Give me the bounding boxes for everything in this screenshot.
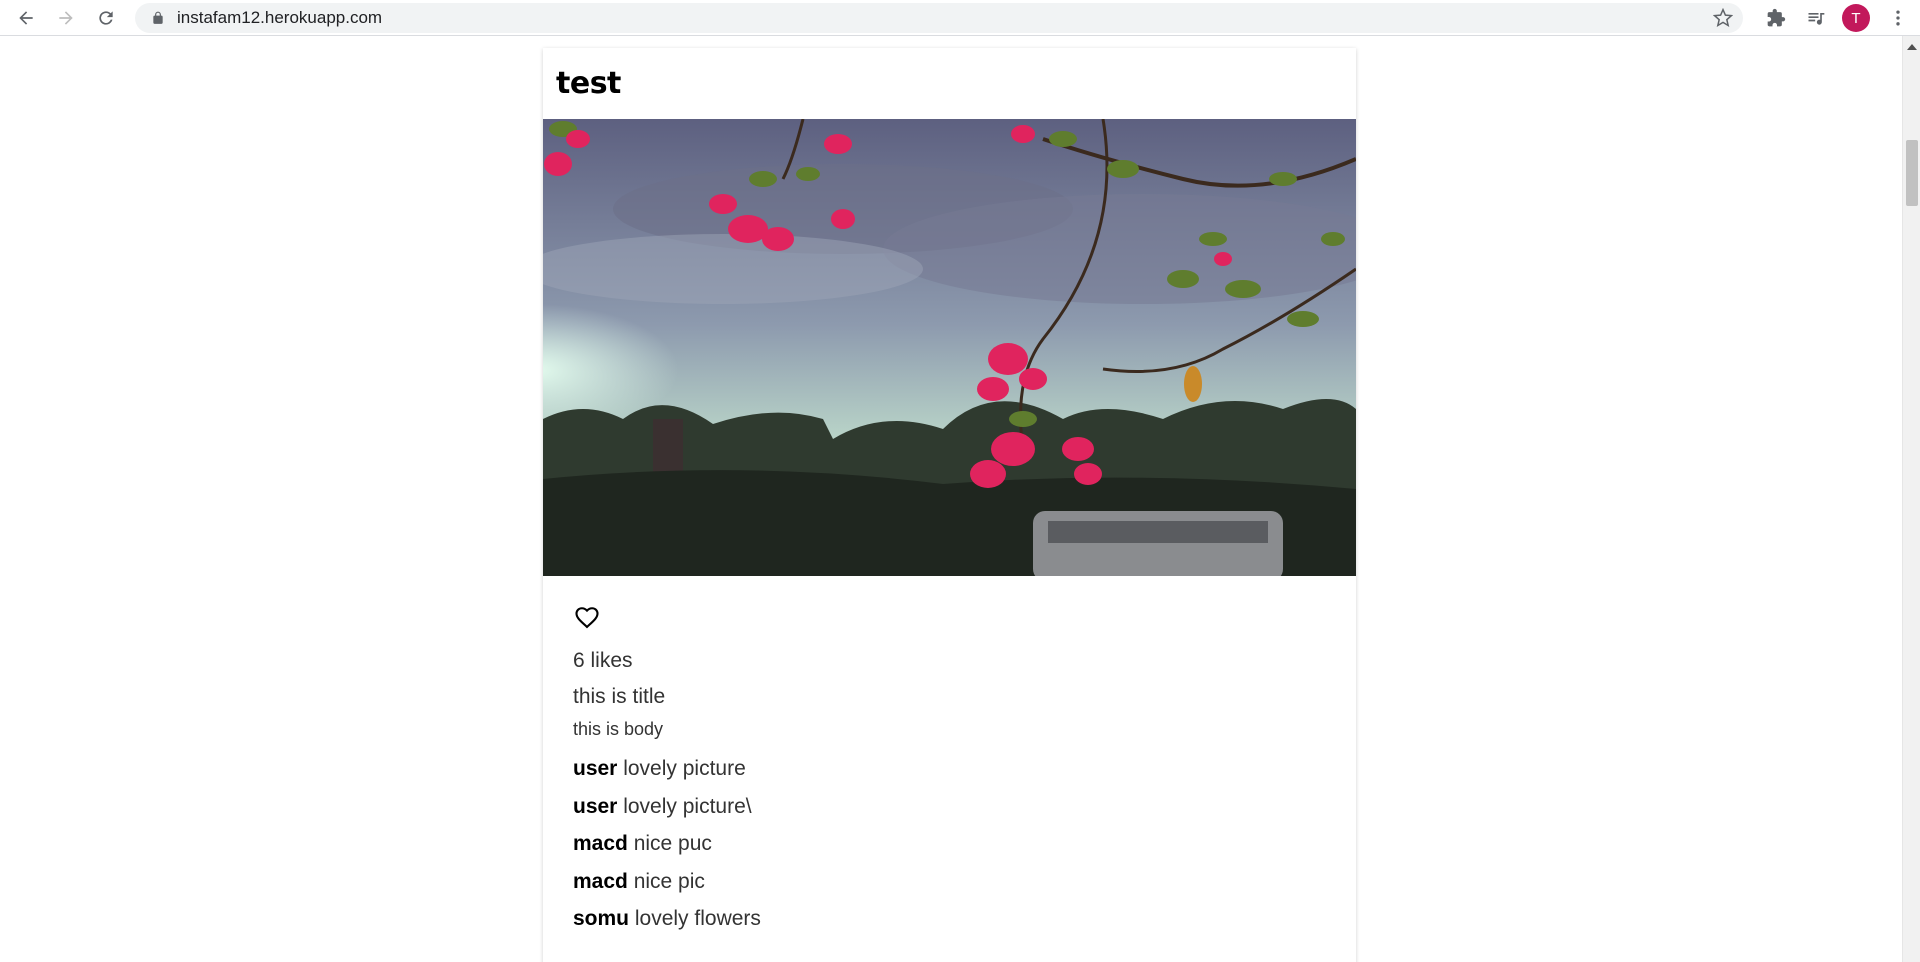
comment-text: lovely flowers — [634, 907, 761, 930]
avatar[interactable]: T — [1842, 4, 1870, 32]
photo-image — [543, 119, 1356, 576]
comment-user[interactable]: user — [573, 795, 617, 818]
profile-button[interactable]: T — [1836, 0, 1876, 36]
reload-button[interactable] — [86, 0, 126, 36]
arrow-back-icon — [19, 10, 33, 25]
back-button[interactable] — [6, 0, 46, 36]
comment-user[interactable]: somu — [573, 907, 629, 930]
page-scrollbar[interactable] — [1902, 36, 1920, 962]
star-icon[interactable] — [1713, 8, 1733, 28]
comment-user[interactable]: macd — [573, 870, 628, 893]
browser-menu-button[interactable] — [1876, 0, 1920, 36]
scroll-thumb[interactable] — [1906, 140, 1918, 206]
playlist-icon — [1808, 13, 1825, 25]
comments-list: user lovely picture user lovely picture\… — [573, 750, 1326, 938]
reload-icon — [99, 10, 113, 25]
comment-text: nice puc — [633, 832, 712, 855]
post-card: test 6 likes this is title this is body … — [543, 48, 1356, 962]
post-content: 6 likes this is title this is body user … — [573, 603, 1326, 938]
comment-user[interactable]: macd — [573, 832, 628, 855]
scroll-up-arrow-icon[interactable] — [1907, 44, 1917, 50]
likes-count: 6 likes — [573, 649, 633, 672]
heart-icon[interactable] — [573, 603, 601, 631]
comment-text: nice pic — [633, 869, 705, 893]
puzzle-icon — [1767, 8, 1786, 27]
post-title: this is title — [573, 685, 666, 708]
arrow-forward-icon — [59, 10, 73, 25]
comment-item: user lovely picture — [573, 750, 1326, 788]
post-header: test — [543, 48, 1356, 118]
comment-text: lovely picture\ — [623, 794, 752, 818]
url-text[interactable]: instafam12.herokuapp.com — [177, 8, 382, 28]
post-body: this is body — [573, 719, 664, 739]
post-author[interactable]: test — [556, 66, 621, 101]
extensions-button[interactable] — [1756, 0, 1796, 36]
comment-item: user lovely picture\ — [573, 788, 1326, 826]
comment-text: lovely picture — [623, 757, 746, 780]
address-bar[interactable]: instafam12.herokuapp.com — [135, 3, 1743, 33]
toolbar-actions: T — [1756, 0, 1920, 36]
forward-button[interactable] — [46, 0, 86, 36]
lock-icon[interactable] — [151, 11, 165, 25]
media-control-button[interactable] — [1796, 0, 1836, 36]
comment-item: somu lovely flowers — [573, 900, 1326, 938]
comment-item: macd nice pic — [573, 863, 1326, 901]
comment-item: macd nice puc — [573, 825, 1326, 863]
kebab-menu-icon — [1896, 10, 1900, 26]
browser-toolbar: instafam12.herokuapp.com T — [0, 0, 1920, 36]
comment-user[interactable]: user — [573, 757, 617, 780]
post-image — [543, 119, 1356, 576]
